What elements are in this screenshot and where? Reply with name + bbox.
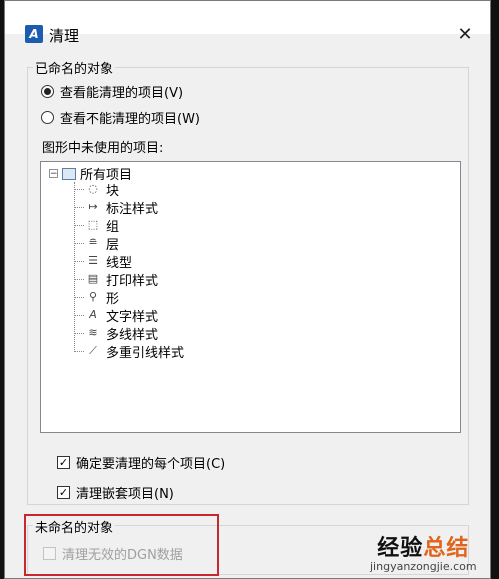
radio-view-nonpurgeable[interactable]: 查看不能清理的项目(W) <box>41 108 200 127</box>
checkbox-checked[interactable]: ✓ <box>57 486 70 499</box>
tree-item-layer[interactable]: ≘ 层 <box>74 234 120 253</box>
collapse-icon[interactable]: − <box>49 169 58 179</box>
purge-dialog: A 清理 ✕ 已命名的对象 查看能清理的项目(V) 查看不能清理的项目(W) 图… <box>4 0 491 579</box>
shape-icon: ⚲ <box>88 290 98 303</box>
all-items-icon <box>62 167 76 180</box>
tree-item-text-style[interactable]: A 文字样式 <box>74 306 159 325</box>
tree-item-label: 多重引线样式 <box>106 345 185 361</box>
multiline-style-icon: ≋ <box>88 326 98 339</box>
watermark-title: 经验总结 <box>370 530 477 562</box>
group-icon: ⬚ <box>87 218 99 231</box>
tree-branch <box>74 314 84 316</box>
autocad-icon: A <box>25 25 43 43</box>
text-style-icon: A <box>89 308 97 321</box>
tree-item-block[interactable]: ◌ 块 <box>74 180 120 199</box>
tree-item-linetype[interactable]: ☰ 线型 <box>74 252 133 271</box>
tree-item-label: 多线样式 <box>106 327 159 343</box>
tree-branch <box>74 188 84 190</box>
tree-item-label: 文字样式 <box>106 309 159 325</box>
purge-nested-checkbox[interactable]: ✓ 清理嵌套项目(N) <box>57 483 174 502</box>
tree-item-label: 标注样式 <box>106 201 159 217</box>
tree-item-label: 形 <box>106 291 120 307</box>
radio-nonpurgeable-label: 查看不能清理的项目(W) <box>60 112 200 127</box>
checkbox-checked[interactable]: ✓ <box>57 456 70 469</box>
purge-nested-label: 清理嵌套项目(N) <box>76 487 174 502</box>
watermark: 经验总结 jingyanzongjie.com <box>370 530 477 573</box>
watermark-url: jingyanzongjie.com <box>370 560 477 573</box>
tree-item-multiline-style[interactable]: ≋ 多线样式 <box>74 324 159 343</box>
close-button[interactable]: ✕ <box>450 23 480 47</box>
tree-item-plot-style[interactable]: ▤ 打印样式 <box>74 270 159 289</box>
window-title: 清理 <box>49 27 80 45</box>
named-objects-label: 已命名的对象 <box>33 58 116 77</box>
radio-view-purgeable[interactable]: 查看能清理的项目(V) <box>41 82 183 101</box>
block-icon: ◌ <box>88 182 98 195</box>
tree-branch <box>74 206 84 208</box>
tree-item-dimension-style[interactable]: ↦ 标注样式 <box>74 198 159 217</box>
confirm-each-item-label: 确定要清理的每个项目(C) <box>76 457 226 472</box>
dimension-style-icon: ↦ <box>88 200 98 213</box>
tree-branch <box>74 242 84 244</box>
linetype-icon: ☰ <box>88 254 98 267</box>
watermark-accent: 总结 <box>423 536 470 561</box>
tree-branch <box>74 224 84 226</box>
tree-item-label: 打印样式 <box>106 273 159 289</box>
radio-button-checked[interactable] <box>41 85 54 98</box>
highlight-box <box>24 514 219 576</box>
plot-style-icon: ▤ <box>87 272 99 285</box>
tree-branch <box>74 296 84 298</box>
watermark-prefix: 经验 <box>377 536 424 561</box>
tree-branch <box>74 332 84 334</box>
tree-item-label: 组 <box>106 219 120 235</box>
radio-purgeable-label: 查看能清理的项目(V) <box>60 86 184 101</box>
tree-branch <box>74 350 84 352</box>
radio-button-unchecked[interactable] <box>41 111 54 124</box>
tree-item-multileader-style[interactable]: ⟋ 多重引线样式 <box>74 342 185 361</box>
tree-caption: 图形中未使用的项目: <box>42 141 164 156</box>
layer-icon: ≘ <box>88 236 98 249</box>
multileader-style-icon: ⟋ <box>89 344 97 357</box>
tree-branch <box>74 260 84 262</box>
tree-item-shape[interactable]: ⚲ 形 <box>74 288 120 307</box>
unused-items-tree[interactable]: − 所有项目 ◌ 块 ↦ 标注样式 ⬚ 组 ≘ 层 ☰ 线型 ▤ 打印样式 ⚲ … <box>40 161 461 433</box>
tree-item-group[interactable]: ⬚ 组 <box>74 216 120 235</box>
tree-item-label: 块 <box>106 183 120 199</box>
title-bar[interactable]: A 清理 ✕ <box>5 1 490 45</box>
tree-branch <box>74 278 84 280</box>
confirm-each-item-checkbox[interactable]: ✓ 确定要清理的每个项目(C) <box>57 453 225 472</box>
tree-item-label: 层 <box>106 237 120 253</box>
tree-item-label: 线型 <box>106 255 133 271</box>
